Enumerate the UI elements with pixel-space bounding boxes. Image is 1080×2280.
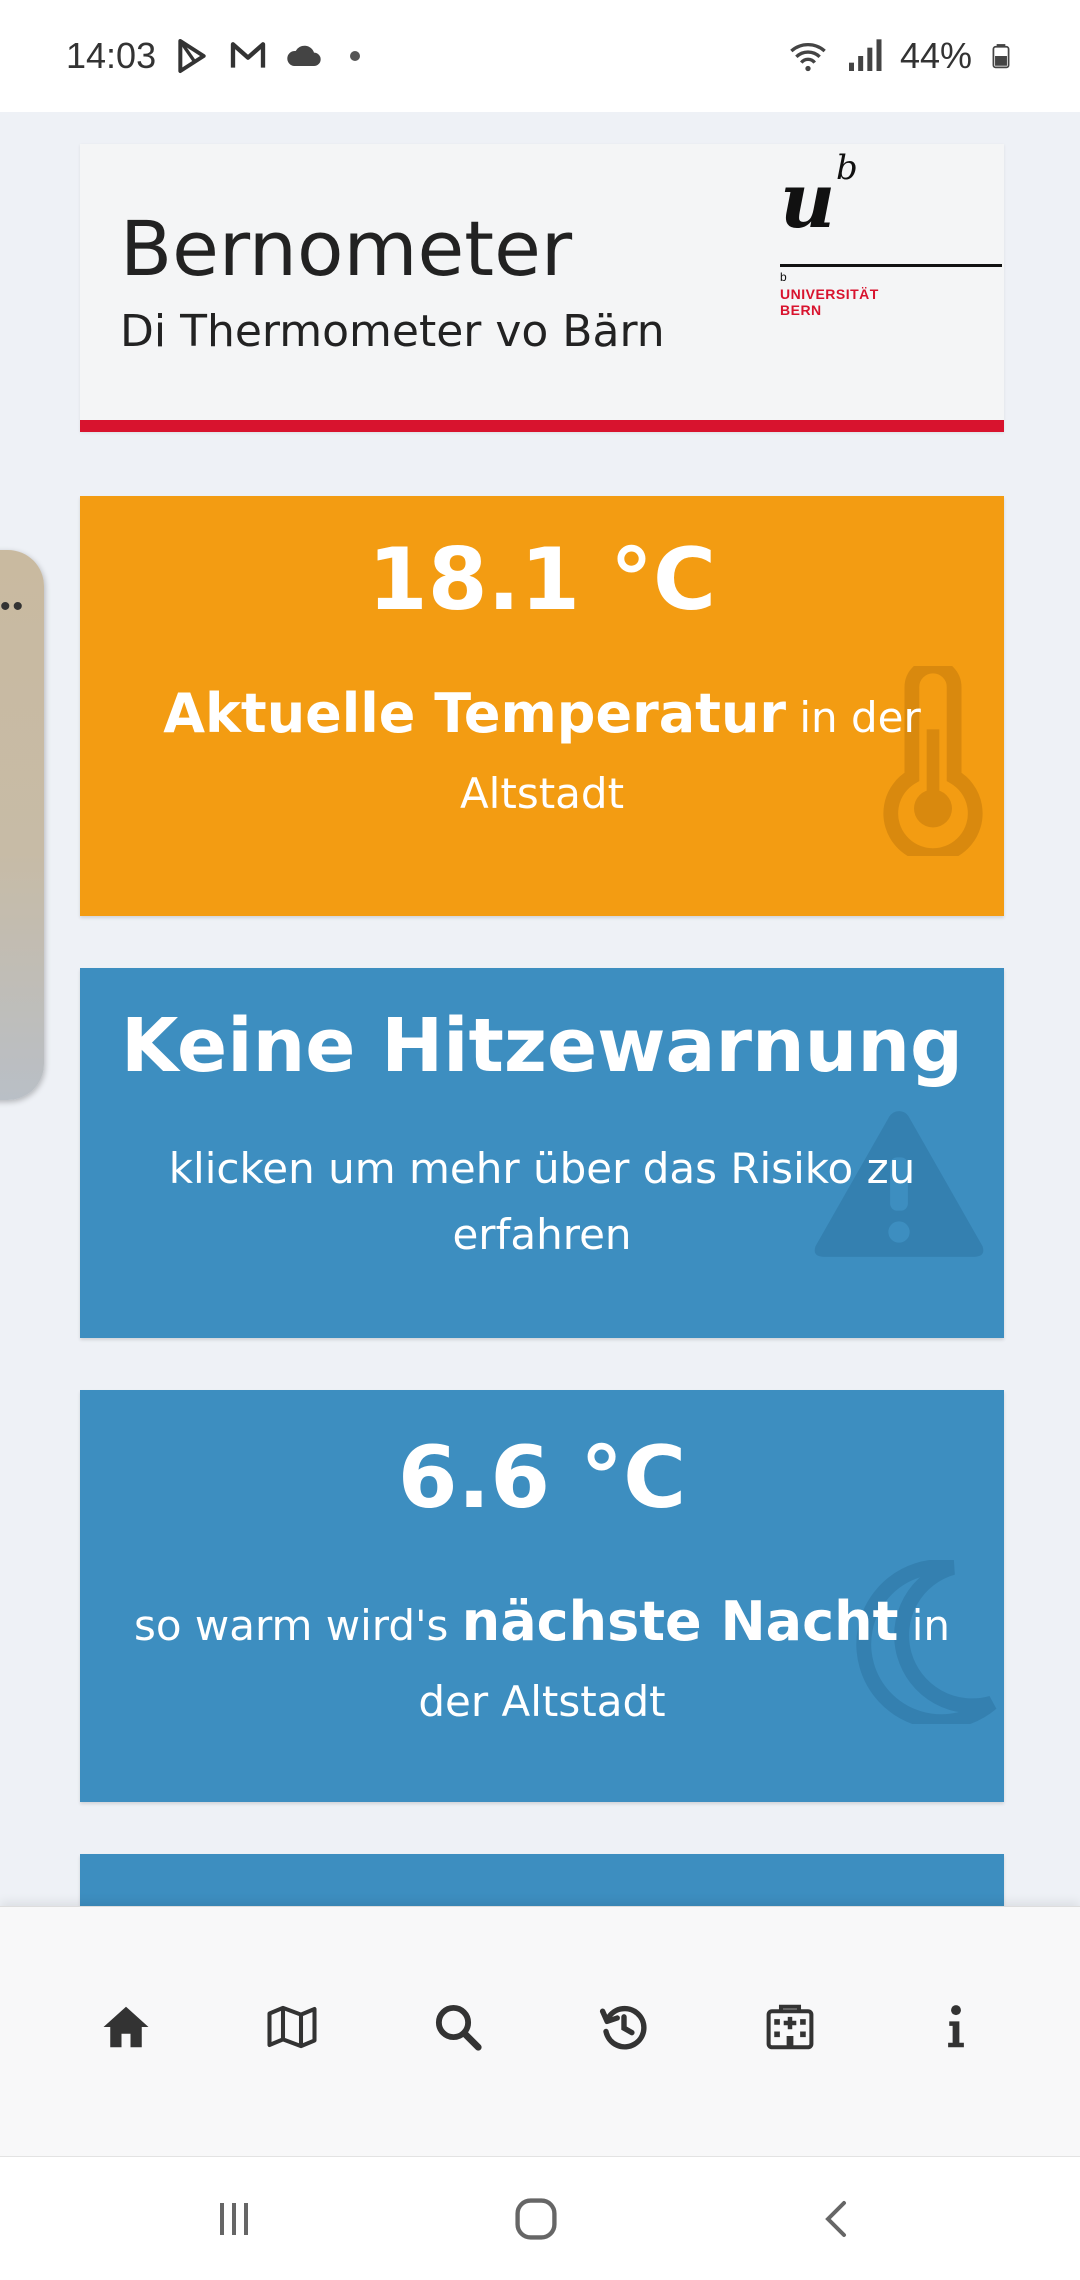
nav-home[interactable] [96,1997,156,2057]
heat-warning-text-line2: erfahren [452,1210,632,1259]
home-icon [103,2006,149,2048]
heat-warning-text: klicken um mehr über das Risiko zu erfah… [80,1136,1004,1268]
nav-map[interactable] [262,1997,322,2057]
night-temperature-label: so warm wird's nächste Nacht in der Alts… [80,1584,1004,1740]
edge-panel-dots: •• [0,590,26,623]
edge-panel-handle[interactable]: •• [0,550,44,1100]
heat-warning-text-line1: klicken um mehr über das Risiko zu [168,1144,916,1193]
signal-icon [848,39,882,71]
logo-line [780,264,1002,267]
heat-warning-title: Keine Hitzewarnung [121,1003,963,1089]
cloud-icon [287,45,321,66]
current-temperature-label-rest: in der [786,693,921,742]
current-temperature-label-strong: Aktuelle Temperatur [163,682,787,745]
university-logo: u b b UNIVERSITÄT BERN [780,148,1002,328]
hospital-icon [766,2004,814,2050]
page-subtitle: Di Thermometer vo Bärn [120,306,665,357]
wifi-icon [790,43,826,72]
current-temperature-label-line2: Altstadt [459,769,625,818]
status-left: 14:03 [66,35,361,77]
nav-hospital[interactable] [760,1997,820,2057]
night-temperature-card[interactable]: 6.6 °C so warm wird's nächste Nacht in d… [80,1390,1004,1802]
battery-percent: 44% [899,35,972,76]
play-store-icon [178,39,206,73]
night-temperature-text-strong: nächste Nacht [461,1590,899,1653]
night-temperature-text-post: in [898,1601,951,1650]
battery-icon [992,44,1010,69]
system-nav [0,2156,1080,2280]
logo-u: u [780,156,836,245]
bottom-nav [0,1906,1080,2156]
current-temperature-value: 18.1 °C [367,530,717,630]
nav-info[interactable] [926,1997,986,2057]
logo-sup: b [836,148,858,188]
history-icon [599,2005,647,2050]
gmail-icon [230,42,266,68]
status-right: 44% [788,35,1014,77]
info-icon [948,2005,964,2048]
night-temperature-text-pre: so warm wird's [133,1601,462,1650]
back-button[interactable] [806,2189,870,2249]
logo-text: UNIVERSITÄT BERN [780,286,879,318]
search-icon [435,2004,482,2051]
current-temperature-label: Aktuelle Temperatur in der Altstadt [80,676,1004,832]
recent-apps-button[interactable] [202,2189,266,2249]
header-card: Bernometer Di Thermometer vo Bärn u b b … [80,144,1004,432]
current-temperature-card[interactable]: 18.1 °C Aktuelle Temperatur in der Altst… [80,496,1004,916]
night-temperature-value: 6.6 °C [397,1428,687,1528]
page-title: Bernometer [120,204,573,293]
recent-apps-icon [220,2203,248,2235]
notification-dot [350,51,361,61]
status-bar: 14:03 44% [0,0,1080,112]
night-temperature-text-line2: der Altstadt [418,1677,666,1726]
nav-history[interactable] [594,1997,654,2057]
map-icon [267,2005,317,2049]
home-circle-icon [515,2198,557,2240]
status-time: 14:03 [66,35,157,76]
heat-warning-card[interactable]: Keine Hitzewarnung klicken um mehr über … [80,968,1004,1338]
home-system-button[interactable] [504,2189,568,2249]
back-icon [825,2201,846,2237]
logo-line1: UNIVERSITÄT [780,286,879,302]
logo-small-b: b [780,270,787,284]
logo-line2: BERN [780,302,822,318]
nav-search[interactable] [428,1997,488,2057]
